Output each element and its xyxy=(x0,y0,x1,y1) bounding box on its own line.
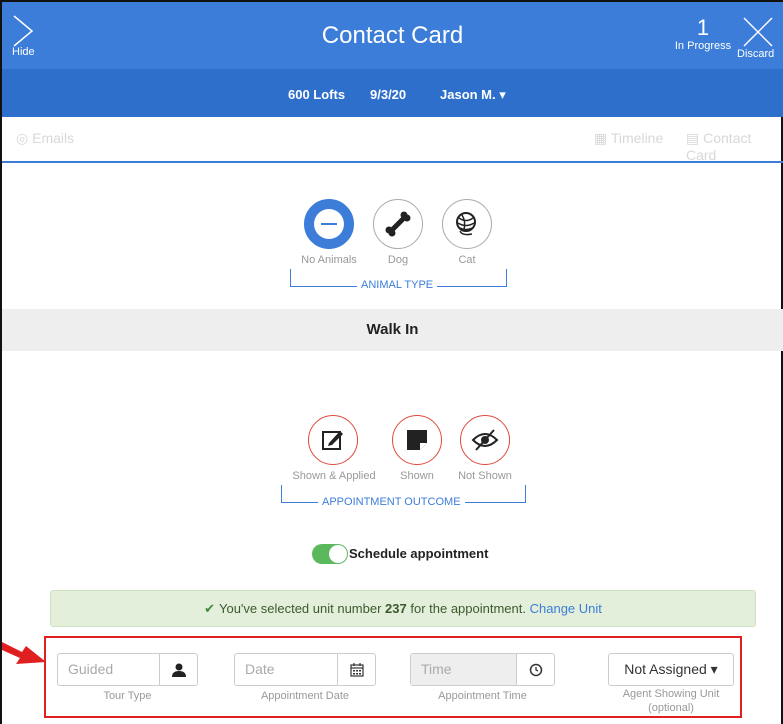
discard-button[interactable]: Discard xyxy=(735,16,783,61)
shown-button[interactable] xyxy=(392,415,442,465)
time-addon[interactable] xyxy=(516,654,554,685)
appointment-outcome-caption: Appointment Outcome xyxy=(318,496,465,508)
alert-prefix: You've selected unit number xyxy=(218,601,386,616)
tab-contact-card[interactable]: ▤ Contact Card xyxy=(686,130,783,163)
walk-in-title: Walk In xyxy=(2,309,783,351)
unit-number: 237 xyxy=(385,601,407,616)
agent-selector[interactable]: Jason M. ▾ xyxy=(440,87,506,103)
tab-bar: ◎ Emails ▦ Timeline ▤ Contact Card xyxy=(2,117,783,163)
toggle-knob xyxy=(329,545,347,563)
in-progress-label: In Progress xyxy=(674,40,732,52)
agent-caption-line2: (optional) xyxy=(648,702,694,714)
eye-slash-icon xyxy=(471,429,499,451)
property-name: 600 Lofts xyxy=(288,87,346,102)
cat-button[interactable] xyxy=(442,199,492,249)
change-unit-link[interactable]: Change Unit xyxy=(530,601,602,616)
tour-type-input[interactable]: Guided xyxy=(57,653,198,686)
shown-applied-button[interactable] xyxy=(308,415,358,465)
sub-header: 600 Lofts 9/3/20 Jason M. ▾ xyxy=(2,69,783,117)
schedule-appointment-toggle[interactable] xyxy=(312,544,348,564)
shown-applied-label: Shown & Applied xyxy=(292,470,376,482)
user-icon xyxy=(171,663,186,677)
bone-icon xyxy=(385,211,411,237)
tour-type-addon[interactable] xyxy=(159,654,197,685)
edit-icon xyxy=(322,431,343,450)
top-bar: Hide Contact Card 1 In Progress Discard … xyxy=(2,2,783,117)
time-field[interactable]: Time xyxy=(411,654,516,685)
tab-emails[interactable]: ◎ Emails xyxy=(16,130,74,147)
at-sign-icon: ◎ xyxy=(16,130,29,146)
red-arrow-annotation xyxy=(2,642,46,664)
date-addon[interactable] xyxy=(337,654,375,685)
discard-label: Discard xyxy=(737,48,775,60)
dog-label: Dog xyxy=(387,254,409,266)
dog-button[interactable] xyxy=(373,199,423,249)
agent-showing-unit-caption: Agent Showing Unit (optional) xyxy=(598,687,744,715)
alert-suffix: for the appointment. xyxy=(406,601,526,616)
calendar-icon xyxy=(349,662,364,677)
calendar-icon: ▦ xyxy=(594,130,608,146)
tab-timeline[interactable]: ▦ Timeline xyxy=(594,130,663,147)
not-shown-label: Not Shown xyxy=(458,470,512,482)
selected-unit-alert: ✔ You've selected unit number 237 for the… xyxy=(50,590,756,627)
note-icon xyxy=(407,430,427,450)
agent-caption-line1: Agent Showing Unit xyxy=(622,688,720,700)
clock-icon xyxy=(529,663,542,676)
shown-label: Shown xyxy=(400,470,434,482)
cat-label: Cat xyxy=(458,254,476,266)
not-shown-button[interactable] xyxy=(460,415,510,465)
no-entry-icon xyxy=(314,209,344,239)
no-animals-button[interactable] xyxy=(304,199,354,249)
close-icon xyxy=(743,17,773,47)
agent-showing-unit-dropdown[interactable]: Not Assigned ▾ xyxy=(608,653,734,686)
tab-timeline-label: Timeline xyxy=(610,130,664,146)
date-field[interactable]: Date xyxy=(235,654,337,685)
tab-emails-label: Emails xyxy=(32,130,75,146)
in-progress-button[interactable]: 1 In Progress xyxy=(672,15,734,53)
time-caption: Appointment Time xyxy=(438,690,527,702)
date-caption: Appointment Date xyxy=(260,690,350,702)
page-title: Contact Card xyxy=(321,22,464,49)
in-progress-count: 1 xyxy=(696,15,710,40)
date-input[interactable]: Date xyxy=(234,653,376,686)
animal-type-caption: Animal Type xyxy=(357,279,438,291)
tour-type-caption: Tour Type xyxy=(103,690,152,702)
tour-type-field[interactable]: Guided xyxy=(58,654,159,685)
yarn-ball-icon xyxy=(456,212,476,236)
id-card-icon: ▤ xyxy=(686,130,700,146)
schedule-appointment-label: Schedule appointment xyxy=(349,546,489,561)
no-animals-label: No Animals xyxy=(301,254,357,266)
check-icon: ✔ xyxy=(204,601,215,616)
header-date: 9/3/20 xyxy=(370,87,407,102)
time-input[interactable]: Time xyxy=(410,653,555,686)
